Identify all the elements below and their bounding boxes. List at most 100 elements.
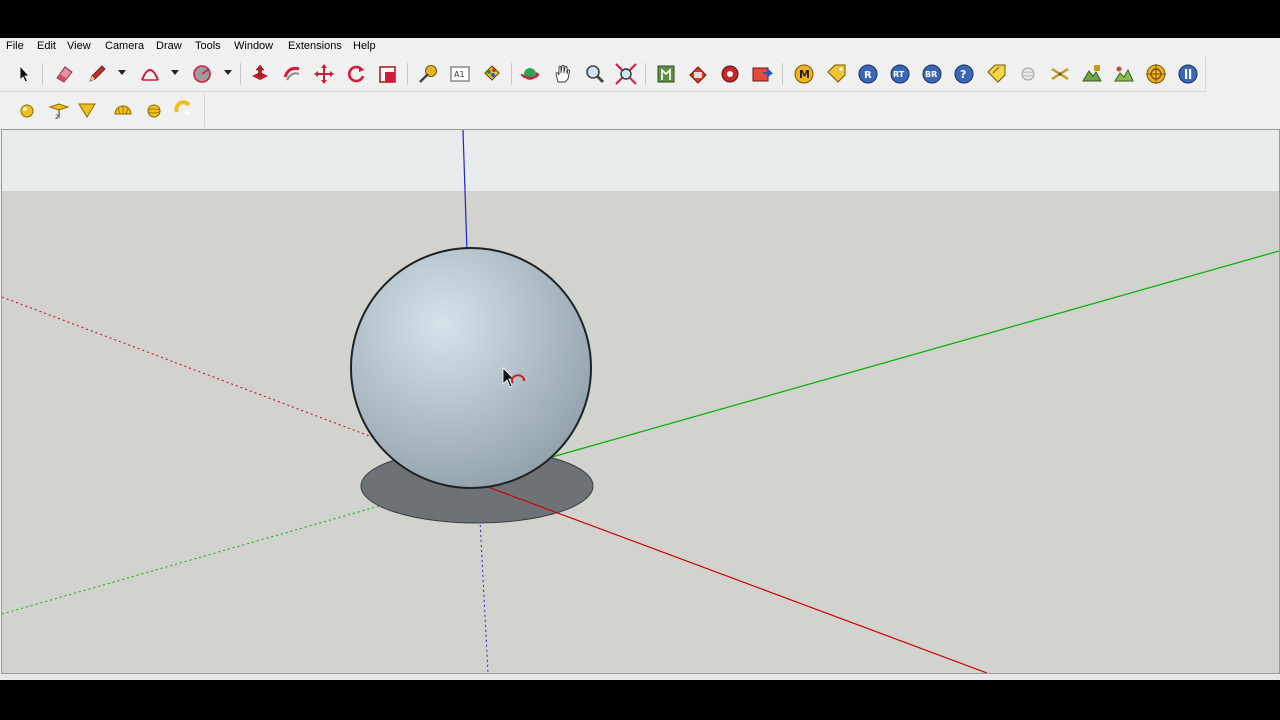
toolbar-separator <box>240 63 241 85</box>
sphere-model[interactable] <box>350 247 592 489</box>
dome-icon <box>114 105 132 115</box>
components-icon <box>721 65 739 83</box>
zoom-tool-button[interactable] <box>583 62 607 86</box>
svg-text:A1: A1 <box>454 70 465 79</box>
push-pull-button[interactable] <box>248 62 272 86</box>
menu-draw[interactable]: Draw <box>156 40 182 52</box>
plugin-tag-button[interactable] <box>824 62 848 86</box>
eraser-tool-button[interactable] <box>52 62 76 86</box>
scale-tool-button[interactable] <box>376 62 400 86</box>
menu-view[interactable]: View <box>67 40 91 52</box>
select-tool-button[interactable] <box>12 62 36 86</box>
svg-text:R: R <box>864 70 872 81</box>
target-icon <box>1146 64 1166 84</box>
follow-me-button[interactable] <box>280 62 304 86</box>
svg-text:BR: BR <box>925 70 937 79</box>
extension-warehouse-icon <box>752 67 773 82</box>
share-model-button[interactable] <box>686 62 710 86</box>
plugin-rt-button[interactable]: RT <box>888 62 912 86</box>
menu-window[interactable]: Window <box>234 40 273 52</box>
svg-text:RT: RT <box>893 70 905 79</box>
menu-file[interactable]: File <box>6 40 24 52</box>
zoom-extents-button[interactable] <box>614 62 638 86</box>
tape-measure-button[interactable] <box>416 62 440 86</box>
rotate-icon <box>348 65 365 83</box>
chevron-down-icon[interactable] <box>224 70 232 75</box>
plugin-sphere-button[interactable] <box>1016 62 1040 86</box>
drawing-viewport[interactable] <box>1 129 1280 674</box>
br-badge-icon: BR <box>922 64 942 84</box>
chevron-down-icon[interactable] <box>118 70 126 75</box>
menu-tools[interactable]: Tools <box>195 40 221 52</box>
toolbar-separator <box>42 63 43 85</box>
menu-bar: File Edit View Camera Draw Tools Window … <box>0 38 1280 56</box>
sketchup-window: File Edit View Camera Draw Tools Window … <box>0 38 1280 680</box>
cone-icon <box>78 103 96 118</box>
share-model-icon <box>689 66 707 84</box>
yellow-sphere-icon <box>20 104 34 118</box>
terrain-icon <box>1082 65 1102 82</box>
arc-tool-button[interactable] <box>138 62 162 86</box>
move-tool-button[interactable] <box>312 62 336 86</box>
cone-tool-button[interactable] <box>75 98 99 122</box>
orbit-tool-button[interactable] <box>518 62 542 86</box>
pause-icon <box>1178 64 1198 84</box>
rotate-tool-button[interactable] <box>344 62 368 86</box>
rt-badge-icon: RT <box>890 64 910 84</box>
label-icon <box>987 64 1006 83</box>
arrow-cursor-icon <box>19 64 30 83</box>
pan-tool-button[interactable] <box>551 62 575 86</box>
dimension-tool-button[interactable]: A1 <box>448 62 472 86</box>
sky <box>2 130 1279 191</box>
toolbar-separator <box>782 63 783 85</box>
plane-icon: 2 <box>48 103 70 121</box>
toolbar-separator <box>407 63 408 85</box>
dome-tool-button[interactable] <box>111 98 135 122</box>
letterbox-bottom <box>0 680 1280 720</box>
paint-bucket-button[interactable] <box>480 62 504 86</box>
menu-edit[interactable]: Edit <box>37 40 56 52</box>
plugin-target-button[interactable] <box>1144 62 1168 86</box>
scale-icon <box>379 66 396 83</box>
extension-warehouse-button[interactable] <box>750 62 774 86</box>
move-icon <box>314 64 334 84</box>
circle-tool-button[interactable] <box>190 62 214 86</box>
plugin-scissors-button[interactable] <box>1048 62 1072 86</box>
m-badge-icon: M <box>794 64 814 84</box>
menu-extensions[interactable]: Extensions <box>288 40 342 52</box>
dimension-icon: A1 <box>450 66 470 82</box>
line-tool-button[interactable] <box>85 62 109 86</box>
get-models-button[interactable] <box>654 62 678 86</box>
sphere-tool-button[interactable] <box>15 98 39 122</box>
pencil-icon <box>89 65 106 82</box>
geosphere-icon <box>147 104 161 118</box>
pause-button[interactable] <box>1176 62 1200 86</box>
eraser-icon <box>56 66 73 83</box>
zoom-extents-icon <box>615 63 637 85</box>
landscape-icon <box>1114 66 1134 82</box>
scissors-icon <box>1051 67 1069 81</box>
components-button[interactable] <box>718 62 742 86</box>
push-pull-icon <box>252 64 268 80</box>
plugin-landscape-button[interactable] <box>1112 62 1136 86</box>
paint-bucket-icon <box>484 65 500 81</box>
arc-icon <box>141 69 159 81</box>
chevron-down-icon[interactable] <box>171 70 179 75</box>
menu-help[interactable]: Help <box>353 40 376 52</box>
toolbar-separator <box>645 63 646 85</box>
geosphere-tool-button[interactable] <box>142 98 166 122</box>
torus-tool-button[interactable] <box>171 98 195 122</box>
plugin-label-button[interactable] <box>984 62 1008 86</box>
svg-text:2: 2 <box>55 114 59 121</box>
plane-tool-button[interactable]: 2 <box>47 98 71 122</box>
plugin-m-button[interactable]: M <box>792 62 816 86</box>
hand-icon <box>555 64 570 83</box>
plugin-r-button[interactable]: R <box>856 62 880 86</box>
plugin-br-button[interactable]: BR <box>920 62 944 86</box>
magnifier-icon <box>586 65 604 83</box>
plugin-terrain-button[interactable] <box>1080 62 1104 86</box>
menu-camera[interactable]: Camera <box>105 40 144 52</box>
circle-icon <box>193 65 211 83</box>
orbit-icon <box>520 68 540 80</box>
help-button[interactable]: ? <box>952 62 976 86</box>
